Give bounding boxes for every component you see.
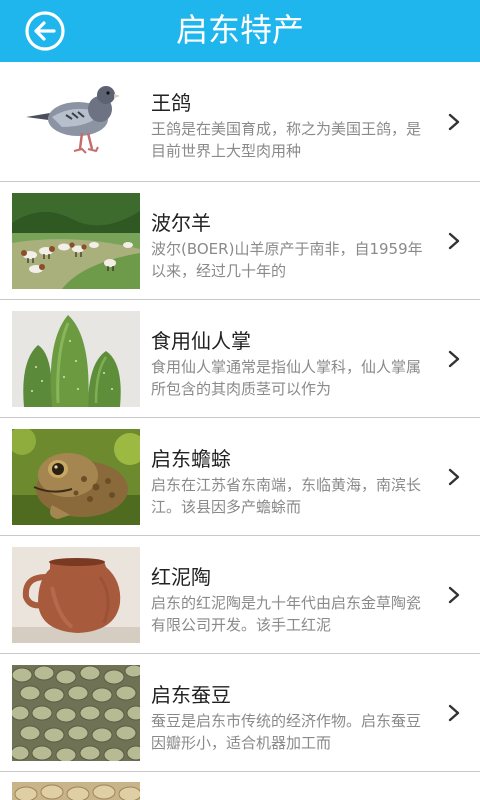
- product-list: 王鸽 王鸽是在美国育成，称之为美国王鸽，是目前世界上大型肉用种 波尔羊 波尔(B…: [0, 62, 480, 800]
- header-bar: 启东特产: [0, 0, 480, 62]
- list-item[interactable]: 波尔羊 波尔(BOER)山羊原产于南非，自1959年以来，经过几十年的: [0, 182, 480, 300]
- list-item[interactable]: 启东蚕豆 蚕豆是启东市传统的经济作物。启东蚕豆因瓣形小，适合机器加工而: [0, 654, 480, 772]
- chevron-right-icon: [448, 232, 460, 250]
- pigeon-image: [12, 73, 140, 169]
- chevron-right-icon: [448, 704, 460, 722]
- broad-beans-image: [12, 665, 140, 761]
- page-title: 启东特产: [175, 11, 304, 49]
- item-title: 红泥陶: [151, 565, 211, 589]
- item-description: 食用仙人掌通常是指仙人掌科，仙人掌属所包含的其肉质茎可以作为: [151, 358, 422, 398]
- item-title: 启东蚕豆: [151, 683, 231, 707]
- item-title: 王鸽: [151, 91, 191, 115]
- toad-image: [12, 429, 140, 525]
- item-description: 启东在江苏省东南端，东临黄海，南滨长江。该县因多产蟾蜍而: [151, 476, 422, 516]
- item-description: 启东的红泥陶是九十年代由启东金草陶瓷有限公司开发。该手工红泥: [151, 594, 422, 634]
- list-item[interactable]: 食用仙人掌 食用仙人掌通常是指仙人掌科，仙人掌属所包含的其肉质茎可以作为: [0, 300, 480, 418]
- cactus-image: [12, 311, 140, 407]
- item-title: 波尔羊: [151, 211, 211, 235]
- list-item[interactable]: 王鸽 王鸽是在美国育成，称之为美国王鸽，是目前世界上大型肉用种: [0, 62, 480, 182]
- goats-image: [12, 193, 140, 289]
- list-item[interactable]: 红泥陶 启东的红泥陶是九十年代由启东金草陶瓷有限公司开发。该手工红泥: [0, 536, 480, 654]
- item-description: 蚕豆是启东市传统的经济作物。启东蚕豆因瓣形小，适合机器加工而: [151, 712, 422, 752]
- back-button[interactable]: [24, 10, 66, 52]
- partial-item-image: [12, 782, 140, 800]
- list-item[interactable]: 启东蟾蜍 启东在江苏省东南端，东临黄海，南滨长江。该县因多产蟾蜍而: [0, 418, 480, 536]
- item-title: 食用仙人掌: [151, 329, 251, 353]
- clay-pot-image: [12, 547, 140, 643]
- item-description: 王鸽是在美国育成，称之为美国王鸽，是目前世界上大型肉用种: [151, 120, 422, 160]
- item-description: 波尔(BOER)山羊原产于南非，自1959年以来，经过几十年的: [151, 240, 423, 280]
- list-item-partial[interactable]: [0, 772, 480, 800]
- chevron-right-icon: [448, 113, 460, 131]
- app-screen: 启东特产 王鸽 王鸽是在美国育成，称之为美国王鸽，是目前世界上大型肉用种 波尔羊…: [0, 0, 480, 800]
- chevron-right-icon: [448, 350, 460, 368]
- chevron-right-icon: [448, 468, 460, 486]
- chevron-right-icon: [448, 586, 460, 604]
- back-arrow-icon: [25, 11, 65, 51]
- item-title: 启东蟾蜍: [151, 447, 231, 471]
